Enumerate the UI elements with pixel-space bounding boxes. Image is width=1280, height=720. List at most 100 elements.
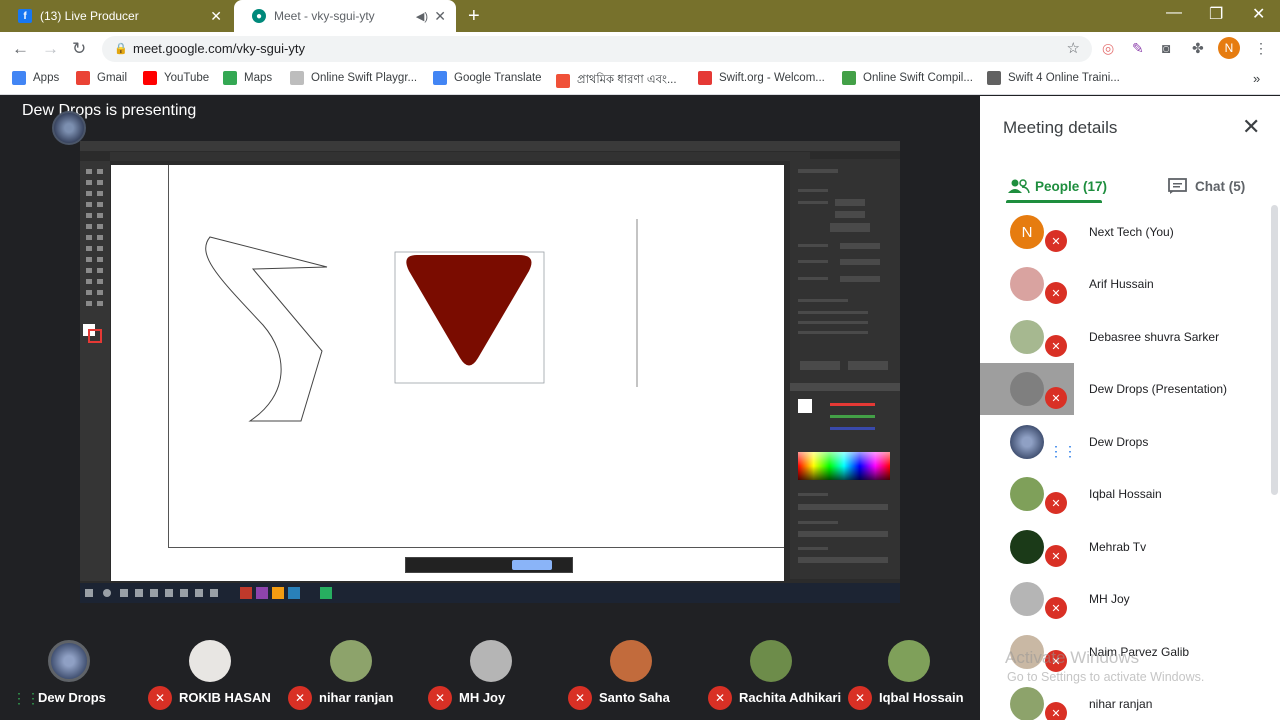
strip-tile[interactable]: ✕ MH Joy [420, 640, 560, 720]
avatar [1010, 320, 1044, 354]
participant-name: Iqbal Hossain [1089, 487, 1162, 501]
illustrator-properties-panel [790, 159, 900, 579]
bookmark-swift-compiler[interactable]: Online Swift Compil... [842, 71, 973, 85]
strip-tile[interactable]: ✕ nihar ranjan [280, 640, 420, 720]
speaker-icon[interactable]: ◀) [416, 10, 428, 23]
screen-share[interactable] [80, 141, 900, 603]
illustrator-doc-tab [110, 152, 810, 161]
forward-icon[interactable]: → [42, 39, 59, 59]
puzzle-icon[interactable]: ✤ [1192, 40, 1204, 57]
participant-name: Rachita Adhikari [739, 690, 842, 705]
panel-content [790, 169, 900, 563]
new-tab-button[interactable]: + [468, 5, 480, 28]
restore-icon[interactable]: ❐ [1209, 4, 1223, 24]
bookmark-swift-playground[interactable]: Online Swift Playgr... [290, 71, 417, 85]
reload-icon[interactable]: ↻ [72, 39, 86, 59]
minimize-icon[interactable]: — [1166, 4, 1182, 22]
tab-people[interactable]: People (17) [1008, 168, 1107, 204]
tab-title: Meet - vky-sgui-yty [274, 9, 375, 23]
avatar [189, 640, 231, 682]
extension-icon[interactable]: ◎ [1102, 40, 1114, 57]
close-tab-icon[interactable]: ✕ [210, 8, 222, 25]
participant-name: Iqbal Hossain [879, 690, 964, 705]
profile-avatar[interactable]: N [1218, 37, 1240, 59]
close-panel-icon[interactable]: ✕ [1242, 114, 1260, 140]
menu-dots-icon[interactable]: ⋮ [1254, 40, 1268, 57]
participant-name: nihar ranjan [319, 690, 394, 705]
bookmark-translate[interactable]: Google Translate [433, 71, 542, 85]
avatar [470, 640, 512, 682]
bookmark-youtube[interactable]: YouTube [143, 71, 209, 85]
omnibox[interactable]: 🔒 meet.google.com/vky-sgui-yty ☆ [102, 36, 1092, 62]
windows-taskbar [80, 583, 900, 603]
list-item[interactable]: ✕ Debasree shuvra Sarker [980, 311, 1270, 363]
mic-off-icon: ✕ [288, 686, 312, 710]
avatar [1010, 477, 1044, 511]
gmail-icon [76, 71, 90, 85]
stop-sharing-button[interactable] [512, 560, 552, 570]
speaking-indicator-icon: ⋮⋮ [12, 690, 40, 706]
list-item[interactable]: N ✕ Next Tech (You) [980, 206, 1270, 258]
strip-tile[interactable]: ✕ ROKIB HASAN [140, 640, 280, 720]
close-window-icon[interactable]: ✕ [1252, 4, 1265, 24]
pen-extension-icon[interactable]: ✎ [1132, 40, 1144, 57]
sharing-banner [405, 557, 573, 573]
mic-off-icon: ✕ [1045, 702, 1067, 720]
strip-tile[interactable]: ✕ Iqbal Hossain [840, 640, 980, 720]
list-item[interactable]: ✕ MH Joy [980, 573, 1270, 625]
participant-name: MH Joy [1089, 592, 1130, 606]
participant-name: ROKIB HASAN [179, 690, 271, 705]
tab-chat[interactable]: Chat (5) [1168, 168, 1245, 204]
mic-off-icon: ✕ [1045, 230, 1067, 252]
tool-icons [83, 169, 103, 343]
bookmark-bangla[interactable]: প্রাথমিক ধারণা এবং... [556, 71, 677, 90]
illustrator-toolbox [80, 161, 110, 581]
mic-off-icon: ✕ [1045, 335, 1067, 357]
avatar [1010, 425, 1044, 459]
avatar [1010, 372, 1044, 406]
strip-tile[interactable]: ⋮⋮ Dew Drops [0, 640, 140, 720]
bookmark-swift-org[interactable]: Swift.org - Welcom... [698, 71, 825, 85]
camera-icon[interactable]: ◙ [1162, 40, 1170, 56]
tab-live-producer[interactable]: f (13) Live Producer ✕ [0, 0, 232, 32]
illustrator-canvas[interactable] [111, 165, 784, 581]
list-item[interactable]: ✕ Dew Drops (Presentation) [980, 363, 1270, 415]
windows-watermark-title: Activate Windows [1005, 648, 1140, 667]
bookmarks-bar: Apps Gmail YouTube Maps Online Swift Pla… [0, 65, 1280, 95]
swift-icon [556, 73, 570, 88]
list-item[interactable]: ⋮⋮ Dew Drops [980, 416, 1270, 468]
back-icon[interactable]: ← [12, 39, 29, 59]
list-item[interactable]: ✕ Mehrab Tv [980, 521, 1270, 573]
address-toolbar: ← → ↻ 🔒 meet.google.com/vky-sgui-yty ☆ ◎… [0, 32, 1280, 65]
meeting-details-panel: Meeting details ✕ People (17) Chat (5) N… [980, 96, 1280, 720]
list-item[interactable]: ✕ Iqbal Hossain [980, 468, 1270, 520]
list-item[interactable]: ✕ nihar ranjan [980, 678, 1270, 720]
compiler-icon [842, 71, 856, 85]
participant-name: Mehrab Tv [1089, 540, 1147, 554]
avatar [1010, 530, 1044, 564]
people-list: N ✕ Next Tech (You) ✕ Arif Hussain ✕ Deb… [980, 206, 1280, 720]
bookmark-maps[interactable]: Maps [223, 71, 272, 85]
strip-tile[interactable]: ✕ Rachita Adhikari [700, 640, 842, 720]
more-bookmarks-icon[interactable]: » [1253, 71, 1260, 86]
strip-tile[interactable]: ✕ Santo Saha [560, 640, 700, 720]
avatar: N [1010, 215, 1044, 249]
scrollbar[interactable] [1271, 205, 1278, 495]
translate-icon [433, 71, 447, 85]
curved-shape [205, 236, 328, 422]
mic-off-icon: ✕ [1045, 545, 1067, 567]
list-item[interactable]: ✕ Arif Hussain [980, 258, 1270, 310]
bookmark-gmail[interactable]: Gmail [76, 71, 127, 85]
bookmark-star-icon[interactable]: ☆ [1067, 39, 1080, 57]
mic-off-icon: ✕ [1045, 282, 1067, 304]
active-tab-indicator [1006, 200, 1102, 203]
mic-off-icon: ✕ [148, 686, 172, 710]
bookmark-swift-training[interactable]: Swift 4 Online Traini... [987, 71, 1120, 85]
facebook-icon: f [18, 9, 32, 23]
tab-meet[interactable]: ● Meet - vky-sgui-yty ◀) ✕ [234, 0, 456, 32]
bookmark-apps[interactable]: Apps [12, 71, 59, 85]
close-tab-icon[interactable]: ✕ [434, 8, 446, 25]
avatar [1010, 687, 1044, 720]
fill-swatch [798, 399, 812, 413]
windows-watermark-subtitle: Go to Settings to activate Windows. [1007, 670, 1205, 684]
